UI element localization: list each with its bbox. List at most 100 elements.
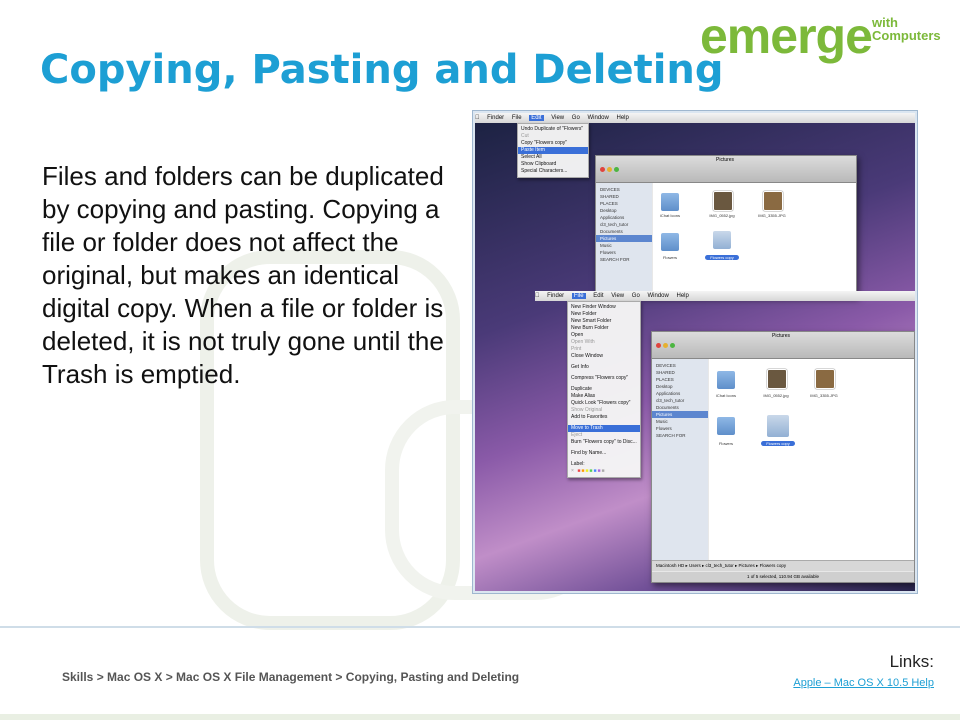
sidebar-item-selected: Pictures [652, 411, 708, 418]
finder-toolbar: Pictures [596, 156, 856, 183]
file-label: Flowers copy [705, 255, 739, 260]
sidebar-item: Music [600, 243, 612, 248]
menu-item: Show Clipboard [521, 161, 557, 167]
edit-menu: Undo Duplicate of "Flowers" Cut Copy "Fl… [517, 123, 589, 178]
sidebar-item: Flowers [600, 250, 616, 255]
menu-item: Burn "Flowers copy" to Disc... [571, 439, 637, 445]
body-paragraph: Files and folders can be duplicated by c… [42, 161, 444, 389]
menu-item-highlighted: Move to Trash [568, 425, 640, 432]
menu-item: Select All [521, 154, 542, 160]
finder-window-bottom: Pictures DEVICES SHARED PLACES Desktop A… [651, 331, 915, 583]
file-label: iChat Icons [715, 393, 736, 398]
menubar-item: Help [610, 115, 629, 121]
finder-toolbar: Pictures [652, 332, 914, 359]
sidebar-item: SEARCH FOR [600, 257, 630, 262]
menu-item: Compress "Flowers copy" [571, 375, 629, 381]
menubar-item: Go [625, 293, 640, 299]
label-color-swatches: × ■■■■■■■ [571, 468, 606, 474]
menubar-item: Help [670, 293, 689, 299]
menu-item: Print [571, 346, 582, 352]
menubar-item: Window [581, 115, 608, 121]
menu-item: New Folder [571, 311, 597, 317]
folder-icon [661, 193, 679, 211]
menu-item: New Finder Window [571, 304, 616, 310]
logo-subtitle-line2: Computers [872, 28, 941, 43]
folder-icon [661, 233, 679, 251]
sidebar-item: cl3_tech_tutor [656, 398, 685, 403]
folder-icon [767, 415, 789, 437]
finder-content: iChat Icons IMG_0552.jpg IMG_3355.JPG Fl… [709, 359, 914, 560]
photo-icon [713, 191, 733, 211]
file-label: IMG_0552.jpg [763, 393, 789, 398]
sidebar-item: Applications [600, 215, 625, 220]
sidebar-item: Flowers [656, 426, 672, 431]
page-title: Copying, Pasting and Deleting [40, 47, 724, 93]
apple-icon:  [535, 293, 540, 299]
finder-sidebar: DEVICES SHARED PLACES Desktop Applicatio… [652, 359, 708, 560]
menu-item: Eject [571, 432, 583, 438]
menu-item: Open [571, 332, 584, 338]
menu-item: Find by Name... [571, 450, 607, 456]
sidebar-item: SEARCH FOR [656, 433, 686, 438]
menu-item: Copy "Flowers copy" [521, 140, 568, 146]
menubar-item: Window [641, 293, 668, 299]
sidebar-item: Applications [656, 391, 681, 396]
menubar-top:  Finder File Edit View Go Window Help [475, 113, 915, 123]
emerge-logo: emerge with Computers [700, 8, 950, 64]
photo-icon [763, 191, 783, 211]
folder-icon [713, 231, 731, 249]
menu-item: Cut [521, 133, 529, 139]
footer-bar [0, 714, 960, 720]
link-apple-mac-os-x-help[interactable]: Apple – Mac OS X 10.5 Help [793, 677, 934, 689]
menu-item: New Burn Folder [571, 325, 609, 331]
menu-item: Show Original [571, 407, 603, 413]
footer-divider [0, 626, 960, 628]
path-bar: Macintosh HD ▸ Users ▸ cl3_tech_tutor ▸ … [652, 560, 914, 571]
sidebar-item: Documents [656, 405, 679, 410]
menu-item-highlighted: Paste Item [518, 147, 588, 154]
menu-item: Add to Favorites [571, 414, 608, 420]
sidebar-item: Desktop [600, 208, 617, 213]
window-controls [656, 335, 677, 353]
menubar-bottom:  Finder File Edit View Go Window Help [535, 291, 915, 301]
menu-item: Open With [571, 339, 595, 345]
folder-icon [717, 371, 735, 389]
menubar-item: View [605, 293, 624, 299]
sidebar-item: PLACES [600, 201, 618, 206]
logo-wordmark: emerge [700, 8, 873, 64]
menubar-item: View [545, 115, 564, 121]
file-label: Flowers copy [761, 441, 795, 446]
file-label: IMG_3355.JPG [810, 393, 838, 398]
sidebar-item: PLACES [656, 377, 674, 382]
sidebar-item: Desktop [656, 384, 673, 389]
window-title: Pictures [772, 333, 791, 339]
folder-icon [717, 417, 735, 435]
finder-window-top: Pictures DEVICES SHARED PLACES Desktop A… [595, 155, 857, 297]
menu-item: Special Characters... [521, 168, 568, 174]
file-label: iChat Icons [659, 213, 680, 218]
menu-item: Undo Duplicate of "Flowers" [521, 126, 584, 132]
menu-item: Get Info [571, 364, 589, 370]
logo-subtitle: with Computers [872, 16, 941, 42]
menu-item: Duplicate [571, 386, 592, 392]
finder-sidebar: DEVICES SHARED PLACES Desktop Applicatio… [596, 183, 652, 296]
photo-icon [767, 369, 787, 389]
menu-item: Make Alias [571, 393, 596, 399]
menubar-item: Finder [541, 293, 564, 299]
sidebar-item: SHARED [600, 194, 619, 199]
file-label: IMG_0552.jpg [709, 213, 735, 218]
menubar-item: Edit [587, 293, 603, 299]
menu-item: Label: [571, 461, 585, 467]
sidebar-item-selected: Pictures [596, 235, 652, 242]
menubar-item: Go [565, 115, 580, 121]
menubar-item-selected: File [571, 293, 586, 299]
menu-item: Quick Look "Flowers copy" [571, 400, 631, 406]
status-bar: 1 of 5 selected, 110.94 GB available [652, 572, 914, 582]
window-controls [600, 159, 621, 177]
menubar-item: Finder [481, 115, 504, 121]
menu-item: New Smart Folder [571, 318, 612, 324]
finder-content: iChat Icons IMG_0552.jpg IMG_3355.JPG Fl… [653, 183, 856, 296]
sidebar-item: SHARED [656, 370, 675, 375]
file-label: Flowers [662, 255, 677, 260]
menubar-item: File [505, 115, 522, 121]
